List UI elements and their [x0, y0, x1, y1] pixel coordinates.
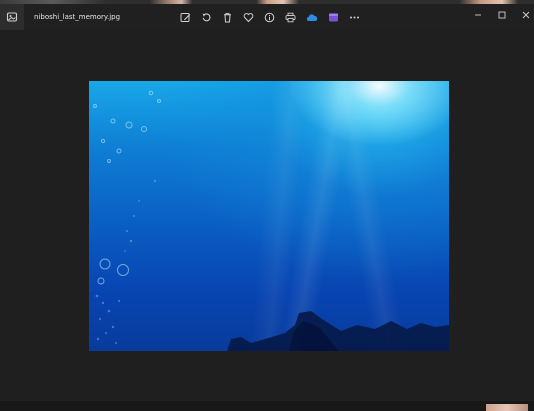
file-name: niboshi_last_memory.jpg [34, 13, 121, 21]
favorite-icon[interactable] [240, 9, 256, 25]
photo-details [93, 90, 449, 351]
clipchamp-icon[interactable] [325, 9, 341, 25]
delete-icon[interactable] [219, 9, 235, 25]
app-icon [0, 4, 24, 30]
desktop-swatch [486, 404, 528, 411]
onedrive-icon[interactable] [304, 9, 320, 25]
maximize-icon[interactable] [494, 7, 510, 23]
rotate-icon[interactable] [198, 9, 214, 25]
info-icon[interactable] [261, 9, 277, 25]
minimize-icon[interactable] [470, 7, 486, 23]
more-icon[interactable] [346, 9, 362, 25]
bottom-bar [0, 401, 534, 411]
print-icon[interactable] [282, 9, 298, 25]
underwater-photo [89, 81, 449, 351]
edit-image-icon[interactable] [177, 9, 193, 25]
close-icon[interactable] [518, 7, 534, 23]
title-bar: niboshi_last_memory.jpg [0, 4, 534, 30]
